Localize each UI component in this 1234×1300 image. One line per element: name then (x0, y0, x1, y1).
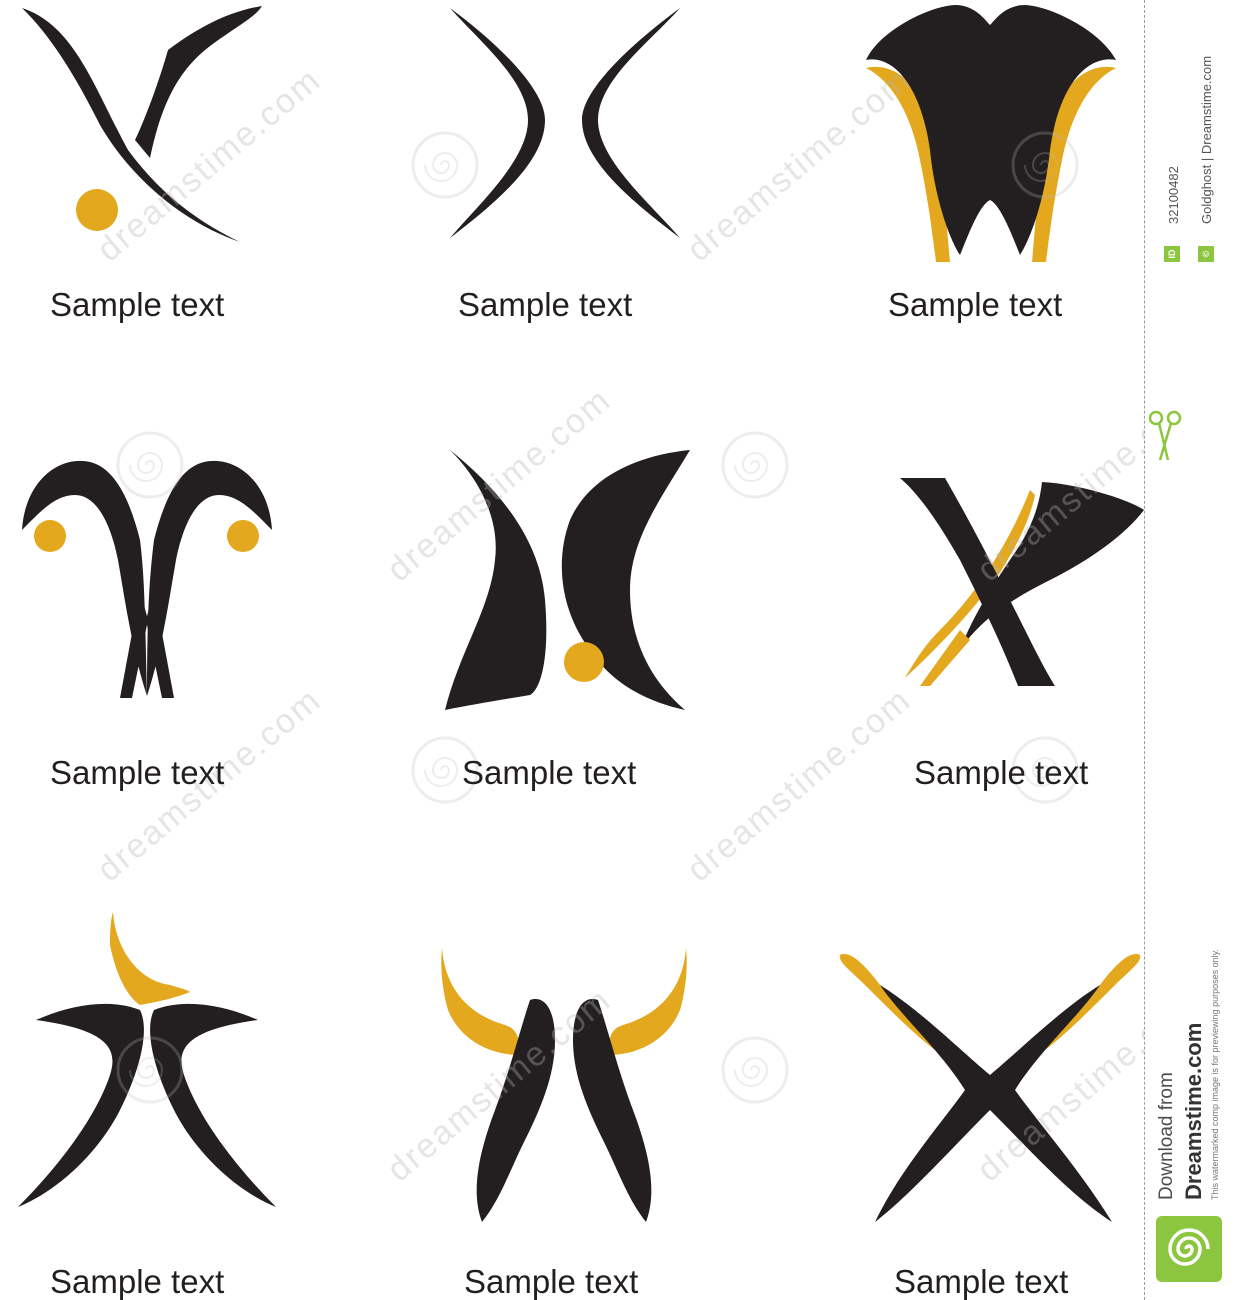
logo-6 (900, 478, 1144, 686)
watermark-spiral-icon (721, 431, 789, 499)
image-credit: Goldghost | Dreamstime.com (1199, 55, 1214, 224)
logo-caption: Sample text (464, 1263, 639, 1300)
watermark-spiral-icon (116, 1036, 184, 1104)
logo-caption: Sample text (462, 754, 637, 791)
watermark-spiral-icon (721, 1036, 789, 1104)
watermark-spiral-icon (411, 131, 479, 199)
watermark-spiral-icon (116, 431, 184, 499)
dreamstime-spiral-logo-icon (1156, 1216, 1222, 1282)
copyright-badge: © (1198, 246, 1214, 262)
logo-caption: Sample text (888, 286, 1063, 323)
scissors-icon (1148, 410, 1182, 461)
image-id: 32100482 (1166, 166, 1181, 224)
download-from-label: Download from (1156, 1072, 1177, 1200)
logo-caption: Sample text (50, 286, 225, 323)
logo-2 (450, 8, 680, 238)
logo-caption: Sample text (50, 1263, 225, 1300)
logo-caption: Sample text (894, 1263, 1069, 1300)
logo-caption: Sample text (914, 754, 1089, 791)
preview-disclaimer: This watermarked comp image is for previ… (1210, 949, 1220, 1200)
id-badge: ID (1164, 246, 1180, 262)
logo-caption: Sample text (458, 286, 633, 323)
logo-caption: Sample text (50, 754, 225, 791)
brand-name: Dreamstime.com (1181, 1022, 1206, 1200)
watermark-spiral-icon (1011, 131, 1079, 199)
